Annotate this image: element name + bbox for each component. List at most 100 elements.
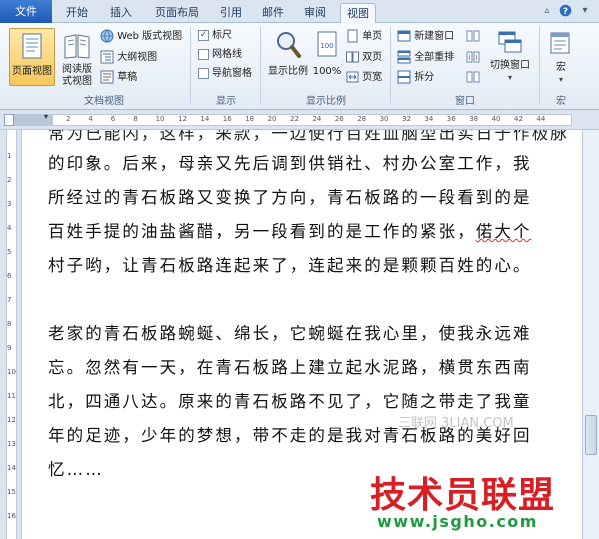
switch-windows-label: 切换窗口 [490,60,530,71]
reset-window-position-icon[interactable] [466,70,480,86]
one-page-icon [347,29,358,43]
vertical-scrollbar[interactable] [582,130,599,539]
watermark-3lian: 三联网 3LIAN.COM [398,416,514,431]
draft-label: 草稿 [117,72,138,83]
tab-selector-icon[interactable] [4,114,14,126]
vertical-ruler[interactable]: 1 2 3 4 5 6 7 8 9 10 11 12 13 14 15 16 [0,130,22,539]
ruler-tick-label: 16 [222,115,232,123]
new-window-icon [397,30,411,42]
draft-icon [100,70,114,84]
minimize-ribbon-icon[interactable]: ▵ [540,4,554,18]
chevron-down-icon[interactable]: ▾ [578,4,592,18]
group-label-macros: 宏 [556,96,566,107]
tab-file[interactable]: 文件 [0,0,52,23]
full-reading-button[interactable]: 阅读版式视图 [56,28,98,87]
horizontal-ruler[interactable]: ▾ 2 4 6 8 10 12 14 16 18 20 22 24 26 28 30 32 34 36 38 40 42… [0,110,599,130]
new-window-button[interactable]: 新建窗口 [397,29,454,45]
page-width-button[interactable]: 页宽 [346,70,382,86]
doc-line: 百姓手提的油盐酱醋，另一段看到的是工作的紧张，偌大个 [48,218,532,242]
help-icon[interactable]: ? [558,4,572,18]
vertical-ruler-tick-label: 14 [7,464,16,472]
zoom-label: 显示比例 [268,66,308,77]
open-book-icon [64,34,90,59]
vertical-ruler-tick-label: 3 [7,200,12,208]
switch-windows-button[interactable]: 切换窗口 ▾ [486,28,534,90]
doc-line: 忆…… [48,460,104,479]
doc-line-text: 百姓手提的油盐酱醋，另一段看到的是工作的紧张， [48,222,476,241]
ruler-tick-label: 34 [424,115,434,123]
svg-text:100: 100 [320,42,333,50]
zoom-button[interactable]: 显示比例 [265,28,311,86]
doc-line: 所经过的青石板路又变换了方向，青石板路的一段看到的是 [48,188,532,207]
chevron-down-icon: ▾ [558,75,563,84]
page-width-icon [346,71,359,83]
ruler-tick-label: 18 [245,115,255,123]
group-separator [390,27,391,105]
vertical-ruler-text-area [6,130,17,539]
tab-home[interactable]: 开始 [60,3,94,23]
ruler-tick-label: 32 [402,115,411,123]
doc-line-cut: 常为已能闪，这样，采款，一边使行百姓血脑型出实日于作极脉 [48,130,569,143]
doc-line: 老家的青石板路蜿蜒、绵长，它蜿蜒在我心里，使我永远难 [48,324,532,343]
group-label-show: 显示 [216,96,236,107]
vertical-ruler-tick-label: 16 [7,512,16,520]
nav-pane-checkbox[interactable]: 导航窗格 [198,66,252,82]
watermark-url: www.jsgho.com [377,512,538,531]
ruler-tick-label: 8 [133,115,138,123]
spelling-underline: 偌大个 [475,222,532,241]
doc-line: 忘。忽然有一天，在青石板路上建立起水泥路，横贯东西南 [48,358,532,377]
ruler-tick-label: 20 [267,115,277,123]
print-layout-label: 页面视图 [12,66,52,77]
ruler-tick-label: 4 [88,115,93,123]
indent-marker-icon[interactable]: ▾ [44,112,48,121]
print-layout-button[interactable]: 页面视图 [9,28,55,86]
web-layout-label: Web 版式视图 [117,31,183,42]
tab-view[interactable]: 视图 [340,3,376,24]
print-layout-icon [22,33,42,59]
group-show: ✓ 标尺 网格线 导航窗格 显示 [192,23,260,110]
tab-review[interactable]: 审阅 [298,3,332,23]
split-button[interactable]: 拆分 [397,70,434,86]
ruler-tick-label: 28 [357,115,367,123]
ruler-tick-label: 44 [536,115,546,123]
outline-label: 大纲视图 [117,52,158,63]
group-window: 新建窗口 全部重排 拆分 切换窗口 ▾ 窗口 [392,23,538,110]
vertical-ruler-tick-label: 13 [7,440,16,448]
gridlines-checkbox[interactable]: 网格线 [198,47,242,63]
view-side-by-side-icon[interactable] [466,29,480,45]
split-label: 拆分 [414,72,435,83]
globe-icon [100,29,114,43]
ruler-tick-label: 10 [155,115,165,123]
tab-mailings[interactable]: 邮件 [256,3,290,23]
vertical-ruler-tick-label: 7 [7,296,12,304]
two-pages-button[interactable]: 双页 [346,50,382,66]
arrange-all-button[interactable]: 全部重排 [397,50,454,66]
magnifier-icon [277,32,301,58]
checkbox-empty-icon [198,48,209,60]
draft-button[interactable]: 草稿 [100,70,137,86]
zoom-100-button[interactable]: 100 100% [312,28,342,86]
tab-insert[interactable]: 插入 [104,3,138,23]
ruler-checkbox[interactable]: ✓ 标尺 [198,28,232,44]
ruler-tick-label: 36 [446,115,456,123]
vertical-ruler-tick-label: 6 [7,272,12,280]
sync-scroll-icon[interactable] [466,50,480,66]
outline-button[interactable]: 大纲视图 [100,50,157,66]
ruler-tick-label: 22 [290,115,299,123]
ruler-tick-label: 38 [469,115,479,123]
macros-button[interactable]: 宏 ▾ [545,28,577,90]
doc-line: 北，四通八达。原来的青石板路不见了，它随之带走了我童 [48,392,532,411]
scrollbar-thumb[interactable] [585,415,597,455]
tab-references[interactable]: 引用 [214,3,248,23]
group-separator [539,27,540,105]
one-page-label: 单页 [362,31,383,42]
vertical-ruler-tick-label: 11 [7,392,16,400]
one-page-button[interactable]: 单页 [346,29,382,45]
page-100-icon: 100 [317,31,337,57]
ruler-tick-label: 12 [178,115,187,123]
group-zoom: 显示比例 100 100% 单页 双页 页宽 显示比例 [262,23,390,110]
tab-page-layout[interactable]: 页面布局 [148,3,206,23]
vertical-ruler-tick-label: 5 [7,248,12,256]
web-layout-button[interactable]: Web 版式视图 [100,29,182,45]
ruler-tick-label: 30 [379,115,389,123]
